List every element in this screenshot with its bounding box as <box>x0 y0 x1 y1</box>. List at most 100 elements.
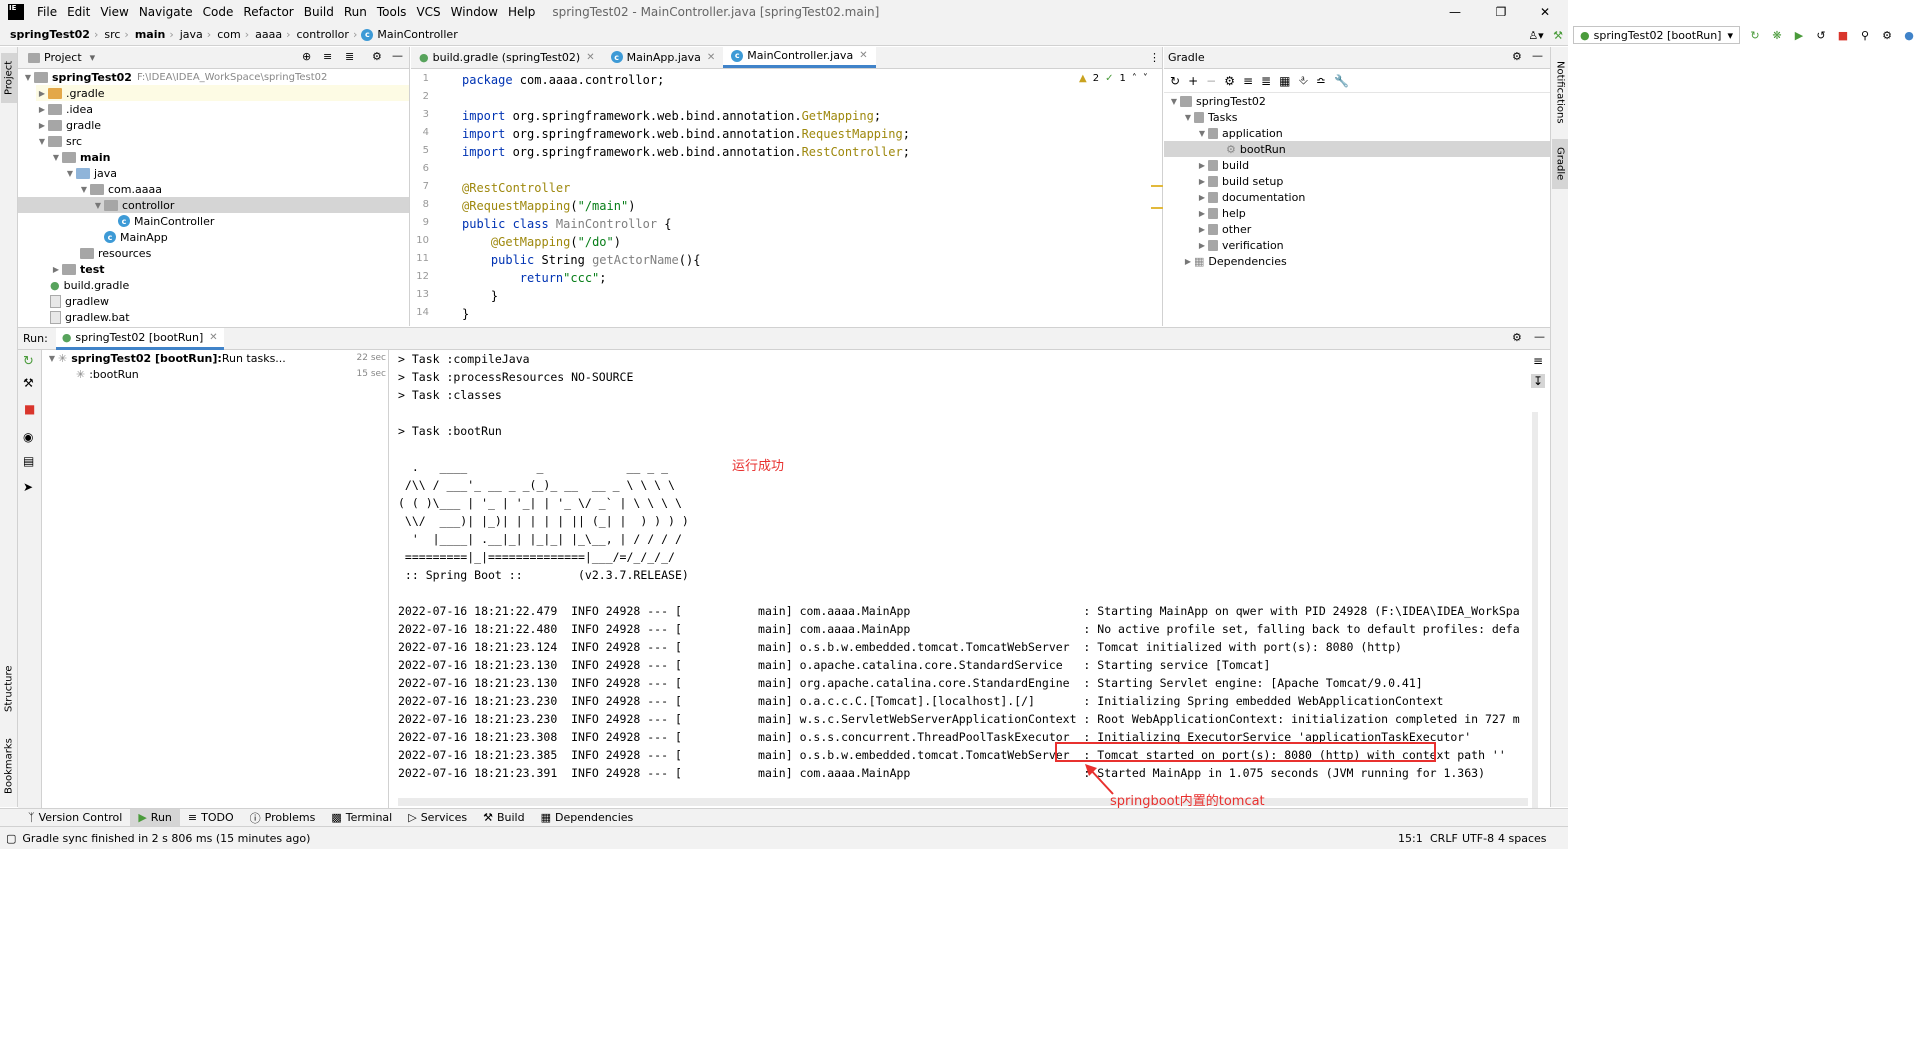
gear-icon[interactable]: ⚙ <box>1877 26 1897 44</box>
console-output[interactable]: > Task :compileJava > Task :processResour… <box>389 350 1520 808</box>
tab-run[interactable]: ▶ Run <box>130 808 180 827</box>
gradle-item-verification[interactable]: ▶ verification <box>1196 237 1284 253</box>
close-icon[interactable]: ✕ <box>707 52 715 63</box>
status-toggle-icon[interactable]: ▢ <box>6 832 16 845</box>
close-icon[interactable]: ✕ <box>1522 0 1568 24</box>
run-tree-item-bootrun[interactable]: ✳ :bootRun 15 sec <box>76 366 386 382</box>
menu-window[interactable]: Window <box>446 5 503 19</box>
hide-icon[interactable]: — <box>1532 49 1543 62</box>
menu-code[interactable]: Code <box>198 5 239 19</box>
run-tree-item-root[interactable]: ▼ ✳ springTest02 [bootRun]: Run tasks...… <box>46 350 386 366</box>
menu-vcs[interactable]: VCS <box>411 5 445 19</box>
expand-all-icon[interactable]: ≡ <box>323 50 332 63</box>
bookmarks-tool-tab[interactable]: Bookmarks <box>1 732 17 800</box>
more-icon[interactable]: ⋮ <box>1149 51 1160 64</box>
menu-edit[interactable]: Edit <box>62 5 95 19</box>
project-panel-title[interactable]: Project <box>44 51 82 64</box>
structure-tool-tab[interactable]: Structure <box>1 659 17 719</box>
user-icon[interactable]: ♙▾ <box>1526 26 1546 44</box>
notifications-tool-tab[interactable]: Notifications <box>1552 53 1568 131</box>
restore-icon[interactable]: ❐ <box>1478 0 1524 24</box>
group-modules-icon[interactable]: ▦ <box>1279 74 1290 88</box>
gear-icon[interactable]: ⚙ <box>1512 50 1522 63</box>
rerun-icon[interactable]: ↻ <box>23 354 34 369</box>
breadcrumb-project[interactable]: springTest02 <box>0 28 92 41</box>
coverage-icon[interactable]: ▶ <box>1789 26 1809 44</box>
gradle-item-documentation[interactable]: ▶ documentation <box>1196 189 1305 205</box>
breadcrumb-aaaa[interactable]: aaaa <box>251 28 284 41</box>
gear-icon[interactable]: ⚙ <box>372 50 382 63</box>
tab-problems[interactable]: ⓘ Problems <box>242 809 324 827</box>
project-tool-tab[interactable]: Project <box>1 53 17 103</box>
breadcrumb-maincontroller[interactable]: MainController <box>377 28 459 41</box>
execute-task-icon[interactable]: ⚙ <box>1224 74 1235 88</box>
tab-dependencies[interactable]: ▦ Dependencies <box>533 809 642 827</box>
plus-icon[interactable]: + <box>1188 74 1198 88</box>
rerun-icon[interactable]: ↻ <box>1745 26 1765 44</box>
expand-all-icon[interactable]: ≡ <box>1243 74 1253 88</box>
tree-item-springtest02[interactable]: ▼ springTest02 F:\IDEA\IDEA_WorkSpace\sp… <box>22 69 327 85</box>
tree-item-test[interactable]: ▶ test <box>50 261 105 277</box>
tab-build[interactable]: ⚒ Build <box>475 809 533 827</box>
caret-position[interactable]: 15:1 <box>1398 832 1423 845</box>
minus-icon[interactable]: − <box>1206 74 1216 88</box>
menu-refactor[interactable]: Refactor <box>238 5 298 19</box>
gradle-item-project[interactable]: ▼ springTest02 <box>1168 93 1266 109</box>
menu-view[interactable]: View <box>95 5 133 19</box>
breadcrumb-controllor[interactable]: controllor <box>292 28 350 41</box>
locate-icon[interactable]: ⊕ <box>302 50 311 63</box>
tab-services[interactable]: ▷ Services <box>400 809 475 827</box>
chevron-down-icon[interactable]: ▾ <box>90 51 96 64</box>
tab-todo[interactable]: ≡ TODO <box>180 809 242 827</box>
gradle-tool-tab[interactable]: Gradle <box>1552 139 1568 189</box>
menu-file[interactable]: File <box>32 5 62 19</box>
file-encoding[interactable]: UTF-8 <box>1462 832 1494 845</box>
tree-item-resources[interactable]: resources <box>80 245 151 261</box>
breadcrumb-main[interactable]: main <box>131 28 168 41</box>
tree-item-gradlew-bat[interactable]: gradlew.bat <box>50 309 130 325</box>
tree-item-gradlew[interactable]: gradlew <box>50 293 109 309</box>
eye-icon[interactable]: ◉ <box>23 430 33 444</box>
menu-navigate[interactable]: Navigate <box>134 5 198 19</box>
tree-item-main[interactable]: ▼ main <box>50 149 111 165</box>
status-message[interactable]: Gradle sync finished in 2 s 806 ms (15 m… <box>22 832 310 845</box>
layout-icon[interactable]: ▤ <box>23 454 34 468</box>
stop-icon[interactable]: ■ <box>1833 26 1853 44</box>
breadcrumb-src[interactable]: src <box>100 28 122 41</box>
run-config-selector[interactable]: ● springTest02 [bootRun] ▾ <box>1573 26 1740 44</box>
gradle-item-help[interactable]: ▶ help <box>1196 205 1246 221</box>
tab-build-gradle[interactable]: ● build.gradle (springTest02) ✕ <box>411 46 603 68</box>
gradle-item-build-setup[interactable]: ▶ build setup <box>1196 173 1283 189</box>
indent-setting[interactable]: 4 spaces <box>1498 832 1547 845</box>
toggle-offline-icon[interactable]: ⎀ <box>1298 73 1308 88</box>
debug-icon[interactable]: ❋ <box>1767 26 1787 44</box>
warning-marker[interactable] <box>1151 185 1163 187</box>
stop-icon[interactable]: ■ <box>24 402 35 416</box>
search-icon[interactable]: ⚲ <box>1855 26 1875 44</box>
tree-item-idea[interactable]: ▶ .idea <box>36 101 93 117</box>
wrench-icon[interactable]: ⚒ <box>23 376 34 390</box>
tab-maincontroller[interactable]: c MainController.java ✕ <box>723 46 876 68</box>
scroll-to-end-icon[interactable]: ↧ <box>1531 374 1546 388</box>
line-separator[interactable]: CRLF <box>1430 832 1458 845</box>
close-icon[interactable]: ✕ <box>209 332 217 343</box>
menu-tools[interactable]: Tools <box>372 5 412 19</box>
collapse-all-icon[interactable]: ≣ <box>345 50 354 63</box>
horizontal-scrollbar[interactable] <box>398 798 1528 806</box>
dependencies-icon[interactable]: ≏ <box>1316 74 1326 88</box>
tree-item-gradle-hidden[interactable]: ▶ .gradle <box>36 85 409 101</box>
tree-item-maincontroller[interactable]: c MainController <box>118 213 214 229</box>
run-tab[interactable]: ● springTest02 [bootRun] ✕ <box>55 327 224 350</box>
gear-icon[interactable]: ⚙ <box>1512 331 1522 344</box>
gradle-item-application[interactable]: ▼ application <box>1196 125 1283 141</box>
gradle-item-dependencies[interactable]: ▶ ▦ Dependencies <box>1182 253 1287 269</box>
gradle-item-other[interactable]: ▶ other <box>1196 221 1251 237</box>
soft-wrap-icon[interactable]: ≡ <box>1533 354 1543 368</box>
jetbrains-icon[interactable]: ● <box>1899 26 1919 44</box>
gradle-item-bootrun[interactable]: ⚙ bootRun <box>1164 141 1550 157</box>
tree-item-controllor[interactable]: ▼ controllor <box>18 197 409 213</box>
collapse-all-icon[interactable]: ≣ <box>1261 74 1271 88</box>
tree-item-mainapp[interactable]: c MainApp <box>104 229 168 245</box>
menu-run[interactable]: Run <box>339 5 372 19</box>
gradle-item-tasks[interactable]: ▼ Tasks <box>1182 109 1238 125</box>
